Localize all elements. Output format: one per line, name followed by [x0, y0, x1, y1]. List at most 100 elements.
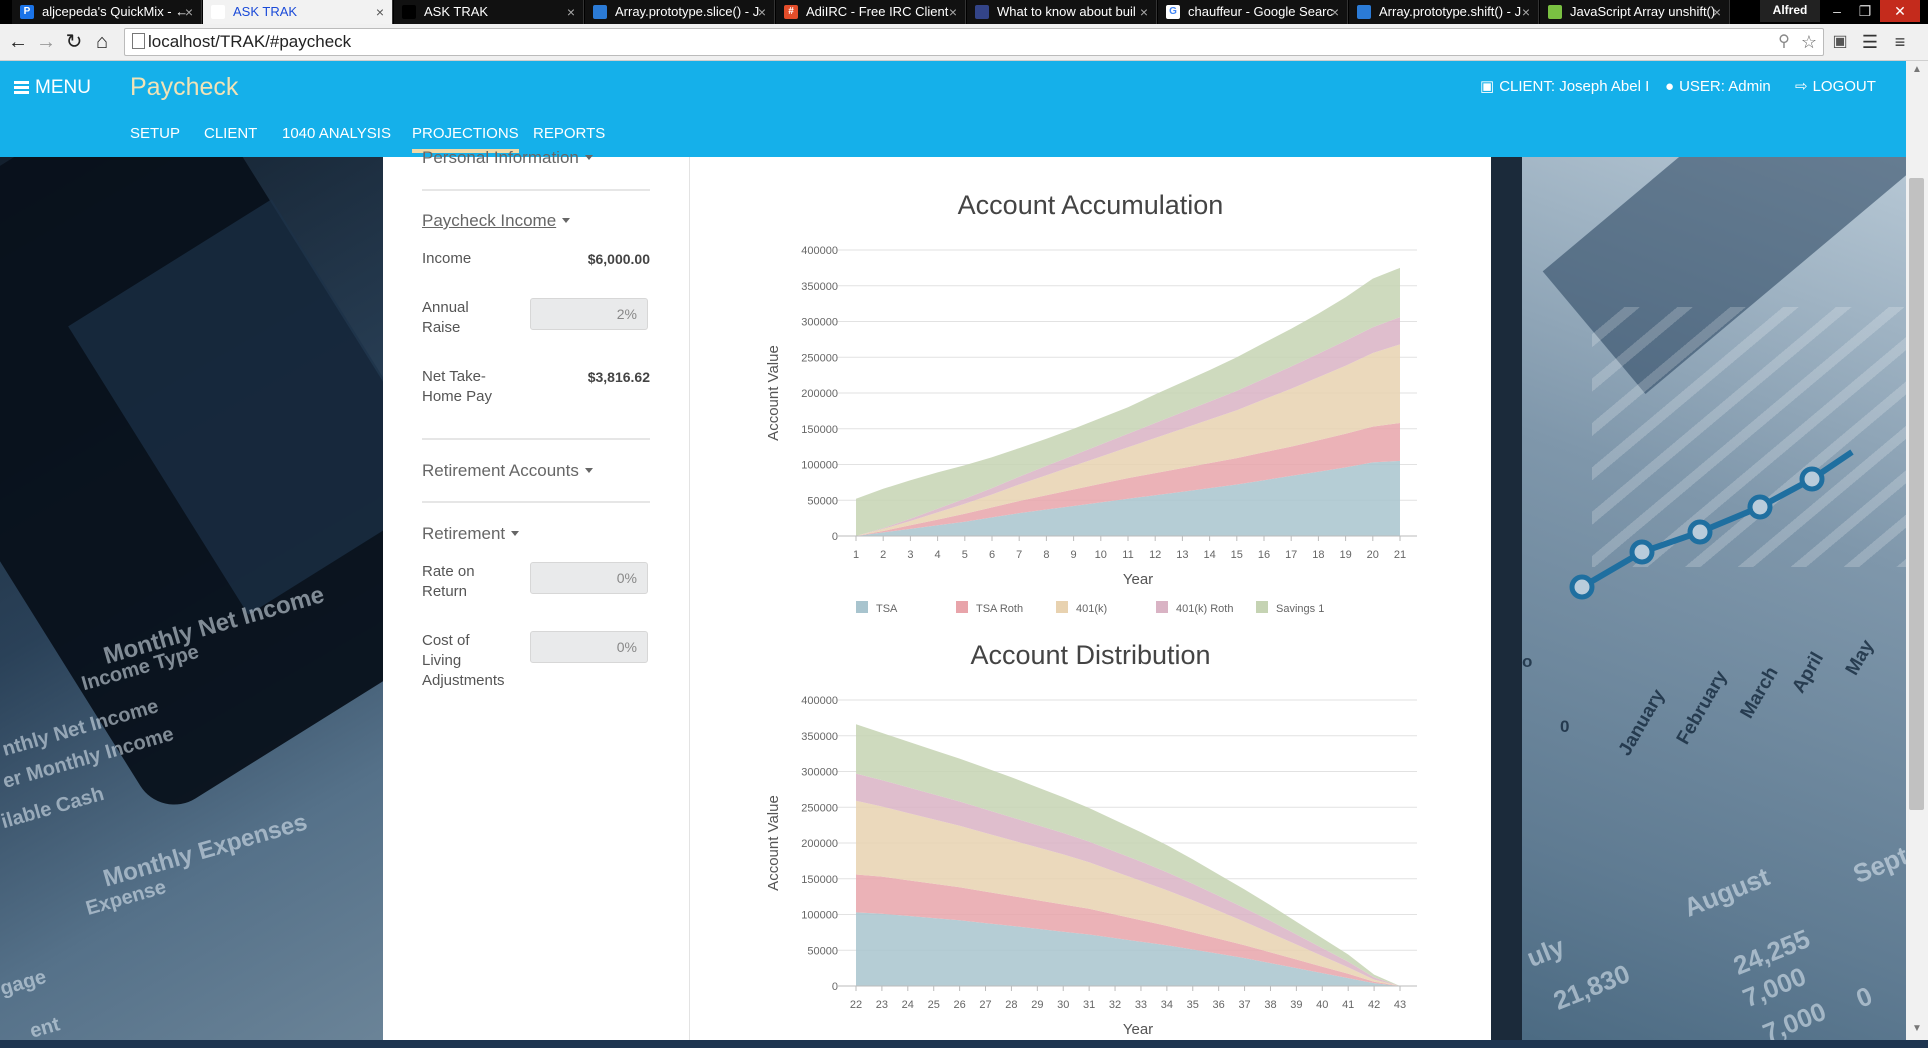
tab-label: ASK TRAK	[424, 4, 489, 19]
x-tick-label: 41	[1342, 999, 1354, 1011]
y-tick-label: 250000	[801, 802, 838, 814]
page-icon	[132, 33, 145, 49]
close-tab-icon[interactable]: ×	[1522, 0, 1530, 24]
bg-text: uly	[1522, 931, 1569, 973]
close-tab-icon[interactable]: ×	[1331, 0, 1339, 24]
x-tick-label: 35	[1187, 999, 1199, 1011]
legend-label: 401(k) Roth	[1176, 603, 1233, 615]
retirement-toggle[interactable]: Retirement	[422, 523, 520, 545]
bg-point	[1799, 466, 1825, 492]
scroll-up-icon[interactable]: ▲	[1906, 61, 1928, 79]
y-tick-label: 400000	[801, 245, 838, 257]
scroll-down-icon[interactable]: ▼	[1906, 1020, 1928, 1038]
x-tick-label: 2	[880, 549, 886, 561]
scrollbar-thumb[interactable]	[1909, 178, 1924, 810]
paycheck-form-panel	[383, 157, 690, 1048]
extension-icon[interactable]: ☰	[1856, 28, 1884, 56]
y-tick-label: 350000	[801, 731, 838, 743]
tab-label: What to know about buil	[997, 4, 1136, 19]
menu-button[interactable]: MENU	[14, 76, 91, 100]
x-tick-label: 18	[1312, 549, 1324, 561]
close-tab-icon[interactable]: ×	[949, 0, 957, 24]
reload-icon[interactable]: ↻	[60, 28, 88, 56]
back-icon[interactable]: ←	[4, 28, 32, 56]
section-label: Paycheck Income	[422, 211, 557, 230]
x-tick-label: 24	[902, 999, 914, 1011]
browser-tab[interactable]: JavaScript Array unshift() ×	[1540, 0, 1730, 24]
favicon-icon	[1357, 5, 1371, 19]
user-link[interactable]: ● USER: Admin	[1665, 77, 1771, 97]
browser-tab[interactable]: Array.prototype.slice() - J ×	[585, 0, 775, 24]
browser-tab[interactable]: Paljcepeda's QuickMix - ← ×	[12, 0, 202, 24]
tab-setup[interactable]: SETUP	[130, 124, 180, 144]
forward-icon[interactable]: →	[32, 28, 60, 56]
x-tick-label: 13	[1176, 549, 1188, 561]
tab-label: aljcepeda's QuickMix - ←	[42, 4, 189, 19]
close-tab-icon[interactable]: ×	[376, 0, 384, 24]
close-tab-icon[interactable]: ×	[1140, 0, 1148, 24]
browser-tab[interactable]: Gchauffeur - Google Searc ×	[1158, 0, 1348, 24]
restore-icon[interactable]: ❐	[1852, 0, 1878, 22]
favicon-icon: G	[1166, 5, 1180, 19]
logout-link[interactable]: ⇨ LOGOUT	[1795, 77, 1876, 97]
x-axis-title: Year	[1123, 571, 1153, 588]
favicon-icon: P	[20, 5, 34, 19]
bg-text: o	[1522, 652, 1533, 671]
x-tick-label: 32	[1109, 999, 1121, 1011]
user-label: USER: Admin	[1679, 78, 1771, 95]
url-text[interactable]: localhost/TRAK/#paycheck	[148, 31, 351, 53]
cast-icon[interactable]: ▣	[1826, 28, 1854, 56]
close-tab-icon[interactable]: ×	[567, 0, 575, 24]
profile-button[interactable]: Alfred	[1760, 0, 1820, 22]
close-tab-icon[interactable]: ×	[758, 0, 766, 24]
chart-title-distribution: Account Distribution	[970, 640, 1211, 670]
browser-tab[interactable]: # AdiIRC - Free IRC Client ×	[776, 0, 966, 24]
x-tick-label: 25	[928, 999, 940, 1011]
x-tick-label: 30	[1057, 999, 1069, 1011]
page-title: Paycheck	[130, 73, 239, 101]
caret-down-icon	[511, 531, 520, 536]
y-tick-label: 150000	[801, 424, 838, 436]
key-icon[interactable]: ⚲	[1770, 28, 1798, 56]
browser-menu-icon[interactable]: ≡	[1886, 28, 1914, 56]
client-link[interactable]: ▣ CLIENT: Joseph Abel I	[1480, 77, 1649, 97]
browser-tab[interactable]: What to know about buil ×	[967, 0, 1157, 24]
bookmark-star-icon[interactable]: ☆	[1795, 28, 1823, 56]
x-tick-label: 20	[1367, 549, 1379, 561]
x-tick-label: 38	[1264, 999, 1276, 1011]
home-icon[interactable]: ⌂	[88, 28, 116, 56]
tab-reports[interactable]: REPORTS	[533, 124, 605, 144]
browser-tab[interactable]: ASK TRAK ×	[203, 0, 393, 24]
y-tick-label: 350000	[801, 281, 838, 293]
browser-tab[interactable]: Array.prototype.shift() - J ×	[1349, 0, 1539, 24]
minimize-icon[interactable]: –	[1824, 0, 1850, 22]
y-tick-label: 400000	[801, 695, 838, 707]
cost-of-living-input[interactable]: 0%	[530, 631, 648, 663]
menu-label: MENU	[35, 77, 91, 98]
personal-information-toggle[interactable]: Personal Information	[422, 147, 593, 169]
tab-1040-analysis[interactable]: 1040 ANALYSIS	[282, 124, 391, 144]
x-tick-label: 10	[1095, 549, 1107, 561]
x-tick-label: 9	[1071, 549, 1077, 561]
bg-text: 0	[1851, 980, 1877, 1014]
address-bar[interactable]	[124, 28, 1824, 56]
x-tick-label: 12	[1149, 549, 1161, 561]
retirement-accounts-toggle[interactable]: Retirement Accounts	[422, 460, 593, 482]
x-tick-label: 43	[1394, 999, 1406, 1011]
close-tab-icon[interactable]: ×	[185, 0, 193, 24]
x-tick-label: 3	[907, 549, 913, 561]
legend-swatch	[1256, 601, 1268, 613]
browser-tab[interactable]: ASK TRAK ×	[394, 0, 584, 24]
rate-on-return-input[interactable]: 0%	[530, 562, 648, 594]
paycheck-income-toggle[interactable]: Paycheck Income	[422, 210, 571, 232]
divider	[422, 501, 650, 503]
tab-label: Array.prototype.slice() - J	[615, 4, 760, 19]
y-tick-label: 0	[832, 531, 838, 543]
net-take-home-value: $3,816.62	[587, 369, 650, 385]
bg-point	[1569, 574, 1595, 600]
close-window-icon[interactable]: ✕	[1880, 0, 1920, 22]
tab-client[interactable]: CLIENT	[204, 124, 257, 144]
annual-raise-input[interactable]: 2%	[530, 298, 648, 330]
close-tab-icon[interactable]: ×	[1713, 0, 1721, 24]
x-tick-label: 34	[1161, 999, 1173, 1011]
